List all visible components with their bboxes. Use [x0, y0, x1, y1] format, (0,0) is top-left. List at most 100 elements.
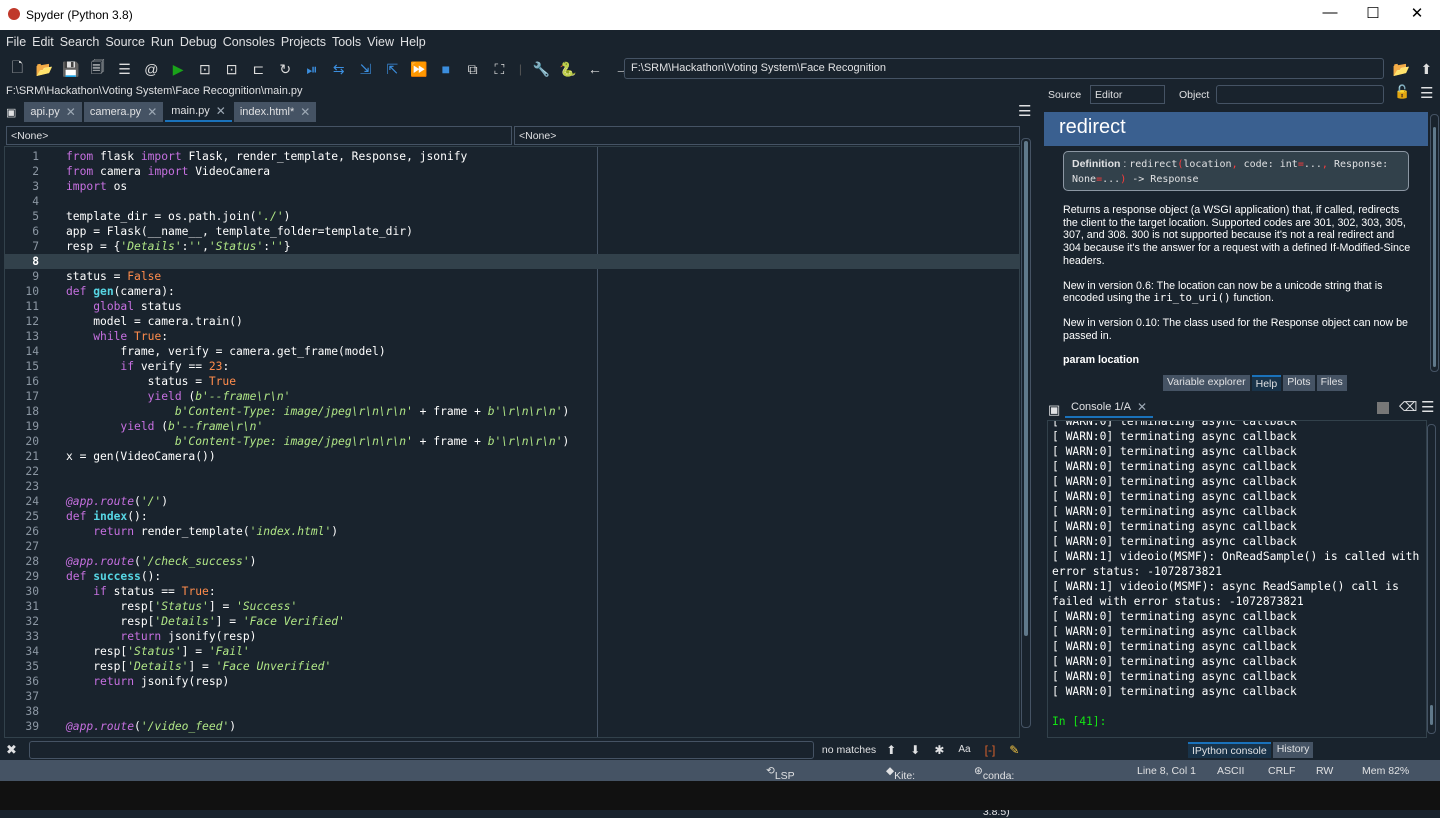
tab-help[interactable]: Help	[1251, 375, 1282, 391]
debug-icon[interactable]: ⏯	[301, 58, 323, 80]
find-previous-icon[interactable]: ⬆	[886, 743, 896, 757]
step-into-icon[interactable]: ⇲	[355, 58, 377, 80]
tab-main-py[interactable]: main.py ✕	[165, 102, 232, 122]
clear-console-icon[interactable]: ⌫	[1399, 399, 1417, 415]
menu-projects[interactable]: Projects	[281, 35, 326, 49]
menu-source[interactable]: Source	[105, 35, 145, 49]
run-cell-advance-icon[interactable]: ⊡	[221, 58, 243, 80]
rw-status: RW	[1316, 765, 1334, 777]
find-input[interactable]	[28, 740, 814, 759]
source-combo[interactable]: Editor	[1090, 85, 1165, 104]
browse-console-tabs-icon[interactable]: ▣	[1048, 402, 1060, 418]
line-number: 31	[25, 600, 39, 613]
run-cell-icon[interactable]: ⊡	[194, 58, 216, 80]
menu-file[interactable]: File	[6, 35, 26, 49]
new-file-icon[interactable]: 🗋	[6, 58, 28, 80]
close-find-icon[interactable]: ✖	[6, 742, 17, 758]
code-line: 2 from camera import VideoCamera	[5, 164, 1019, 179]
tab-api-py[interactable]: api.py ✕	[24, 102, 82, 122]
menu-search[interactable]: Search	[60, 35, 100, 49]
console-prompt[interactable]: In [41]:	[1048, 714, 1426, 729]
save-all-icon[interactable]: 🗐	[87, 58, 109, 80]
code-line: 32 resp['Details'] = 'Face Verified'	[5, 614, 1019, 629]
whole-word-icon[interactable]: [-]	[985, 743, 996, 757]
menu-debug[interactable]: Debug	[180, 35, 217, 49]
outline-icon[interactable]: ☰	[114, 58, 136, 80]
tab-plots[interactable]: Plots	[1283, 375, 1315, 391]
close-tab-icon[interactable]: ✕	[216, 104, 226, 118]
function-combo[interactable]: <None>	[514, 126, 1020, 145]
tab-files[interactable]: Files	[1316, 375, 1347, 391]
python-path-icon[interactable]: 🐍	[557, 58, 579, 80]
regex-icon[interactable]: ✱	[934, 743, 944, 757]
tab-variable-explorer[interactable]: Variable explorer	[1163, 375, 1250, 391]
lock-icon[interactable]: 🔓	[1394, 84, 1410, 100]
tab-history[interactable]: History	[1272, 742, 1314, 758]
continue-icon[interactable]: ⏩	[408, 58, 430, 80]
working-directory-input[interactable]: F:\SRM\Hackathon\Voting System\Face Reco…	[624, 58, 1384, 79]
menu-edit[interactable]: Edit	[32, 35, 54, 49]
parent-directory-icon[interactable]: ⬆	[1415, 58, 1437, 80]
console-tab[interactable]: Console 1/A ✕	[1065, 398, 1153, 418]
menu-run[interactable]: Run	[151, 35, 174, 49]
find-next-icon[interactable]: ⬇	[910, 743, 920, 757]
run-selection-icon[interactable]: ⊏	[247, 58, 269, 80]
step-return-icon[interactable]: ⇱	[381, 58, 403, 80]
interrupt-kernel-icon[interactable]	[1377, 402, 1389, 414]
help-options-icon[interactable]: ☰	[1420, 84, 1433, 102]
code-editor[interactable]: 1 from flask import Flask, render_templat…	[4, 146, 1020, 738]
close-tab-icon[interactable]: ✕	[66, 105, 76, 119]
maximize-pane-icon[interactable]: ⧉	[462, 58, 484, 80]
code-line: 30 if status == True:	[5, 584, 1019, 599]
object-input[interactable]	[1216, 85, 1384, 104]
run-icon[interactable]: ▶	[167, 58, 189, 80]
ipython-console[interactable]: [ WARN:0] terminating async callback [ WA…	[1047, 420, 1427, 738]
line-number: 33	[25, 630, 39, 643]
line-text: resp['Status'] = 'Fail'	[66, 645, 250, 658]
close-button[interactable]: ✕	[1397, 4, 1437, 26]
close-tab-icon[interactable]: ✕	[300, 105, 310, 119]
line-text: resp['Details'] = 'Face Verified'	[66, 615, 345, 628]
back-icon[interactable]: ←	[584, 58, 606, 80]
console-scrollbar[interactable]	[1427, 424, 1436, 734]
re-run-icon[interactable]: ↻	[274, 58, 296, 80]
spyder-logo-icon	[8, 8, 20, 20]
open-file-icon[interactable]: 📂	[33, 58, 55, 80]
editor-options-icon[interactable]: ☰	[1018, 102, 1031, 120]
maximize-button[interactable]: ☐	[1353, 4, 1393, 26]
code-line: 36 return jsonify(resp)	[5, 674, 1019, 689]
line-text: yield (b'--frame\r\n'	[120, 420, 264, 433]
at-sign-icon[interactable]: @	[140, 58, 162, 80]
menu-tools[interactable]: Tools	[332, 35, 361, 49]
tab-label: main.py	[171, 105, 210, 117]
tab-camera-py[interactable]: camera.py ✕	[83, 102, 164, 122]
console-options-icon[interactable]: ☰	[1421, 398, 1434, 416]
fullscreen-icon[interactable]: ⛶	[488, 58, 510, 80]
code-line: 24 @app.route('/')	[5, 494, 1019, 509]
line-text: while True:	[93, 330, 169, 343]
step-icon[interactable]: ⇆	[328, 58, 350, 80]
help-scrollbar[interactable]	[1430, 114, 1439, 372]
preferences-icon[interactable]: 🔧	[530, 58, 552, 80]
browse-tabs-icon[interactable]: ▣	[0, 102, 23, 122]
close-tab-icon[interactable]: ✕	[147, 105, 157, 119]
close-tab-icon[interactable]: ✕	[1137, 400, 1147, 414]
highlight-icon[interactable]: ✎	[1009, 743, 1019, 757]
minimize-button[interactable]: —	[1310, 4, 1350, 26]
menu-consoles[interactable]: Consoles	[223, 35, 275, 49]
tab-ipython-console[interactable]: IPython console	[1188, 742, 1271, 758]
window-title: Spyder (Python 3.8)	[26, 8, 133, 22]
menu-view[interactable]: View	[367, 35, 394, 49]
tab-label: index.html*	[239, 106, 295, 118]
line-number: 8	[32, 255, 39, 268]
editor-scrollbar[interactable]	[1021, 138, 1031, 728]
console-line: [ WARN:0] terminating async callback	[1052, 625, 1297, 638]
toolbar-separator: |	[518, 62, 522, 76]
class-combo[interactable]: <None>	[6, 126, 512, 145]
tab-index-html-[interactable]: index.html* ✕	[233, 102, 317, 122]
case-sensitive-toggle[interactable]: Aa	[958, 744, 970, 755]
menu-help[interactable]: Help	[400, 35, 426, 49]
browse-directory-icon[interactable]: 📂	[1390, 58, 1412, 80]
stop-icon[interactable]: ■	[435, 58, 457, 80]
save-icon[interactable]: 💾	[60, 58, 82, 80]
